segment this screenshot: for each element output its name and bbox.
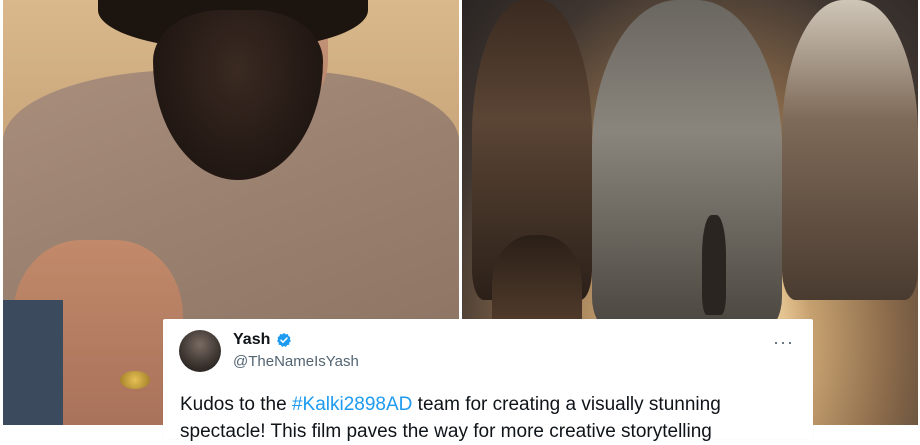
tweet-text: Kudos to the #Kalki2898AD team for creat… (180, 391, 800, 445)
hashtag-link[interactable]: #Kalki2898AD (292, 394, 412, 415)
author-handle[interactable]: @TheNameIsYash (233, 353, 359, 370)
tweet-text-start: Kudos to the (180, 394, 292, 415)
verified-badge-icon (277, 333, 291, 347)
ring (120, 371, 150, 389)
tweet-text-line2: spectacle! This film paves the way for m… (180, 421, 712, 442)
author-name[interactable]: Yash (233, 331, 270, 349)
avatar[interactable] (179, 330, 221, 372)
tweet-text-end: team for creating a visually stunning (412, 394, 721, 415)
ellipsis-icon[interactable]: ··· (773, 333, 794, 351)
jeans (3, 300, 63, 425)
tweet-card[interactable]: Yash @TheNameIsYash ··· Kudos to the #Ka… (163, 319, 813, 442)
poster-figure-armored (592, 0, 782, 330)
poster-figure-runner (702, 215, 726, 315)
poster-figure-elder (782, 0, 918, 300)
